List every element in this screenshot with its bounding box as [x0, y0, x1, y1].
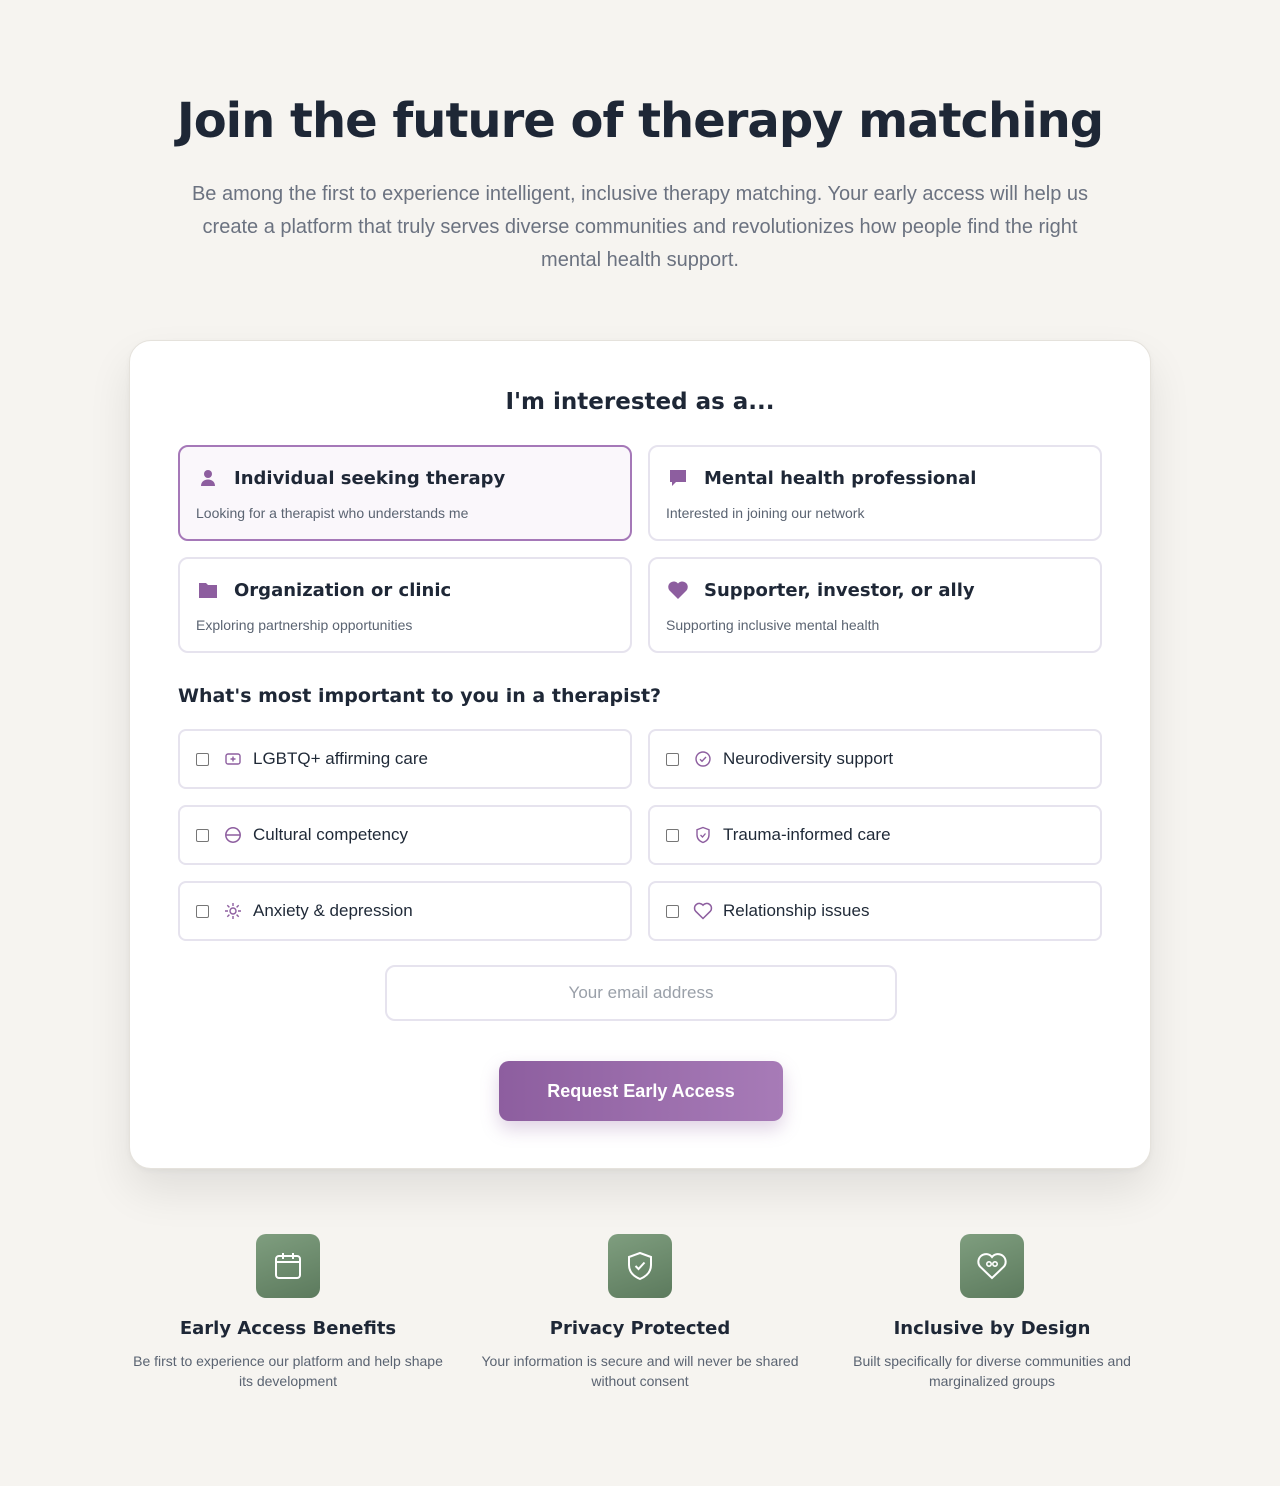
hero-section: Join the future of therapy matching Be a… — [0, 0, 1280, 277]
feature-description: Built specifically for diverse communiti… — [853, 1353, 1131, 1389]
role-description: Exploring partnership opportunities — [196, 617, 413, 633]
role-option-individual[interactable]: Individual seeking therapy Looking for a… — [178, 445, 632, 541]
role-title: Supporter, investor, or ally — [704, 579, 975, 601]
feature-title: Privacy Protected — [549, 1318, 731, 1339]
role-title: Individual seeking therapy — [234, 467, 506, 489]
feature-title: Inclusive by Design — [893, 1318, 1091, 1339]
feature-description: Be first to experience our platform and … — [133, 1353, 443, 1389]
preference-label: Relationship issues — [723, 901, 870, 920]
role-description: Interested in joining our network — [666, 505, 865, 521]
chat-bubble-icon — [666, 466, 690, 490]
checkbox[interactable] — [196, 828, 209, 842]
feature-inclusive: Inclusive by Design Built specifically f… — [832, 1234, 1152, 1391]
globe-icon — [223, 825, 243, 845]
checkbox[interactable] — [666, 752, 679, 766]
checkbox[interactable] — [196, 904, 209, 918]
shield-check-icon — [608, 1234, 672, 1298]
role-options: Individual seeking therapy Looking for a… — [178, 445, 1102, 653]
page-subtitle: Be among the first to experience intelli… — [191, 183, 1089, 271]
preference-lgbtq[interactable]: LGBTQ+ affirming care — [178, 729, 632, 789]
preference-label: Anxiety & depression — [253, 901, 413, 920]
role-option-organization[interactable]: Organization or clinic Exploring partner… — [178, 557, 632, 653]
folder-icon — [196, 578, 220, 602]
page-title: Join the future of therapy matching — [176, 93, 1104, 149]
request-early-access-button[interactable]: Request Early Access — [499, 1061, 783, 1121]
preferences-heading: What's most important to you in a therap… — [178, 685, 662, 707]
preference-relationship[interactable]: Relationship issues — [648, 881, 1102, 941]
feature-privacy: Privacy Protected Your information is se… — [480, 1234, 800, 1391]
preference-label: Neurodiversity support — [723, 749, 894, 768]
badge-icon — [223, 749, 243, 769]
person-icon — [196, 466, 220, 490]
feature-description: Your information is secure and will neve… — [481, 1353, 799, 1389]
checkbox[interactable] — [666, 828, 679, 842]
preference-trauma[interactable]: Trauma-informed care — [648, 805, 1102, 865]
shield-icon — [693, 825, 713, 845]
feature-early-access: Early Access Benefits Be first to experi… — [128, 1234, 448, 1391]
checkbox[interactable] — [196, 752, 209, 766]
preference-label: Cultural competency — [253, 825, 408, 844]
role-title: Mental health professional — [704, 467, 977, 489]
checkbox[interactable] — [666, 904, 679, 918]
preference-label: Trauma-informed care — [723, 825, 891, 844]
preference-anxiety[interactable]: Anxiety & depression — [178, 881, 632, 941]
heart-outline-icon — [693, 901, 713, 921]
role-description: Supporting inclusive mental health — [666, 617, 880, 633]
email-field[interactable] — [385, 965, 897, 1021]
calendar-icon — [256, 1234, 320, 1298]
role-heading: I'm interested as a... — [505, 389, 775, 415]
signup-card: I'm interested as a... Individual seekin… — [129, 340, 1151, 1169]
feature-title: Early Access Benefits — [179, 1318, 397, 1339]
role-description: Looking for a therapist who understands … — [196, 505, 469, 521]
heart-handshake-icon — [960, 1234, 1024, 1298]
role-option-supporter[interactable]: Supporter, investor, or ally Supporting … — [648, 557, 1102, 653]
preference-label: LGBTQ+ affirming care — [253, 749, 428, 768]
check-circle-icon — [693, 749, 713, 769]
preference-cultural[interactable]: Cultural competency — [178, 805, 632, 865]
preference-neurodiversity[interactable]: Neurodiversity support — [648, 729, 1102, 789]
heart-icon — [666, 578, 690, 602]
role-title: Organization or clinic — [234, 579, 452, 601]
preference-options: LGBTQ+ affirming care Neurodiversity sup… — [178, 729, 1102, 941]
role-option-professional[interactable]: Mental health professional Interested in… — [648, 445, 1102, 541]
sun-icon — [223, 901, 243, 921]
